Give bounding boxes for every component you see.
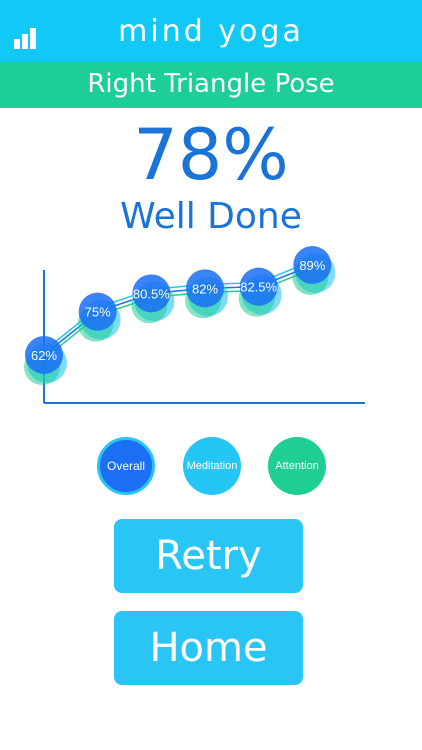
pose-title: Right Triangle Pose <box>87 69 335 99</box>
data-point[interactable]: 82.5% <box>238 267 282 317</box>
score-chart-svg: 62% 75% 80.5% 82% 82.5% 89% <box>24 246 365 404</box>
data-label: 89% <box>299 258 325 273</box>
result-message: Well Done <box>120 196 302 237</box>
attention-filter-button[interactable]: Attention <box>268 437 326 495</box>
score-value: 78% <box>133 114 289 196</box>
data-label: 62% <box>31 348 57 363</box>
data-point[interactable]: 89% <box>292 246 336 295</box>
data-label: 82% <box>192 281 218 296</box>
app-title: mind yoga <box>118 14 304 49</box>
score-chart: 62% 75% 80.5% 82% 82.5% 89% <box>0 245 422 415</box>
retry-button[interactable]: Retry <box>114 519 303 593</box>
app-header: mind yoga <box>0 0 422 62</box>
data-label: 82.5% <box>240 280 277 295</box>
filter-group: Overall Meditation Attention <box>0 435 422 497</box>
meditation-filter-button[interactable]: Meditation <box>183 437 241 495</box>
pose-bar: Right Triangle Pose <box>0 62 422 108</box>
home-button[interactable]: Home <box>114 611 303 685</box>
data-point[interactable]: 62% <box>24 336 67 385</box>
data-point[interactable]: 80.5% <box>131 274 175 324</box>
data-label: 80.5% <box>133 286 170 301</box>
data-label: 75% <box>85 305 111 320</box>
data-point[interactable]: 75% <box>77 292 121 342</box>
overall-filter-button[interactable]: Overall <box>97 437 155 495</box>
data-point[interactable]: 82% <box>185 269 228 319</box>
